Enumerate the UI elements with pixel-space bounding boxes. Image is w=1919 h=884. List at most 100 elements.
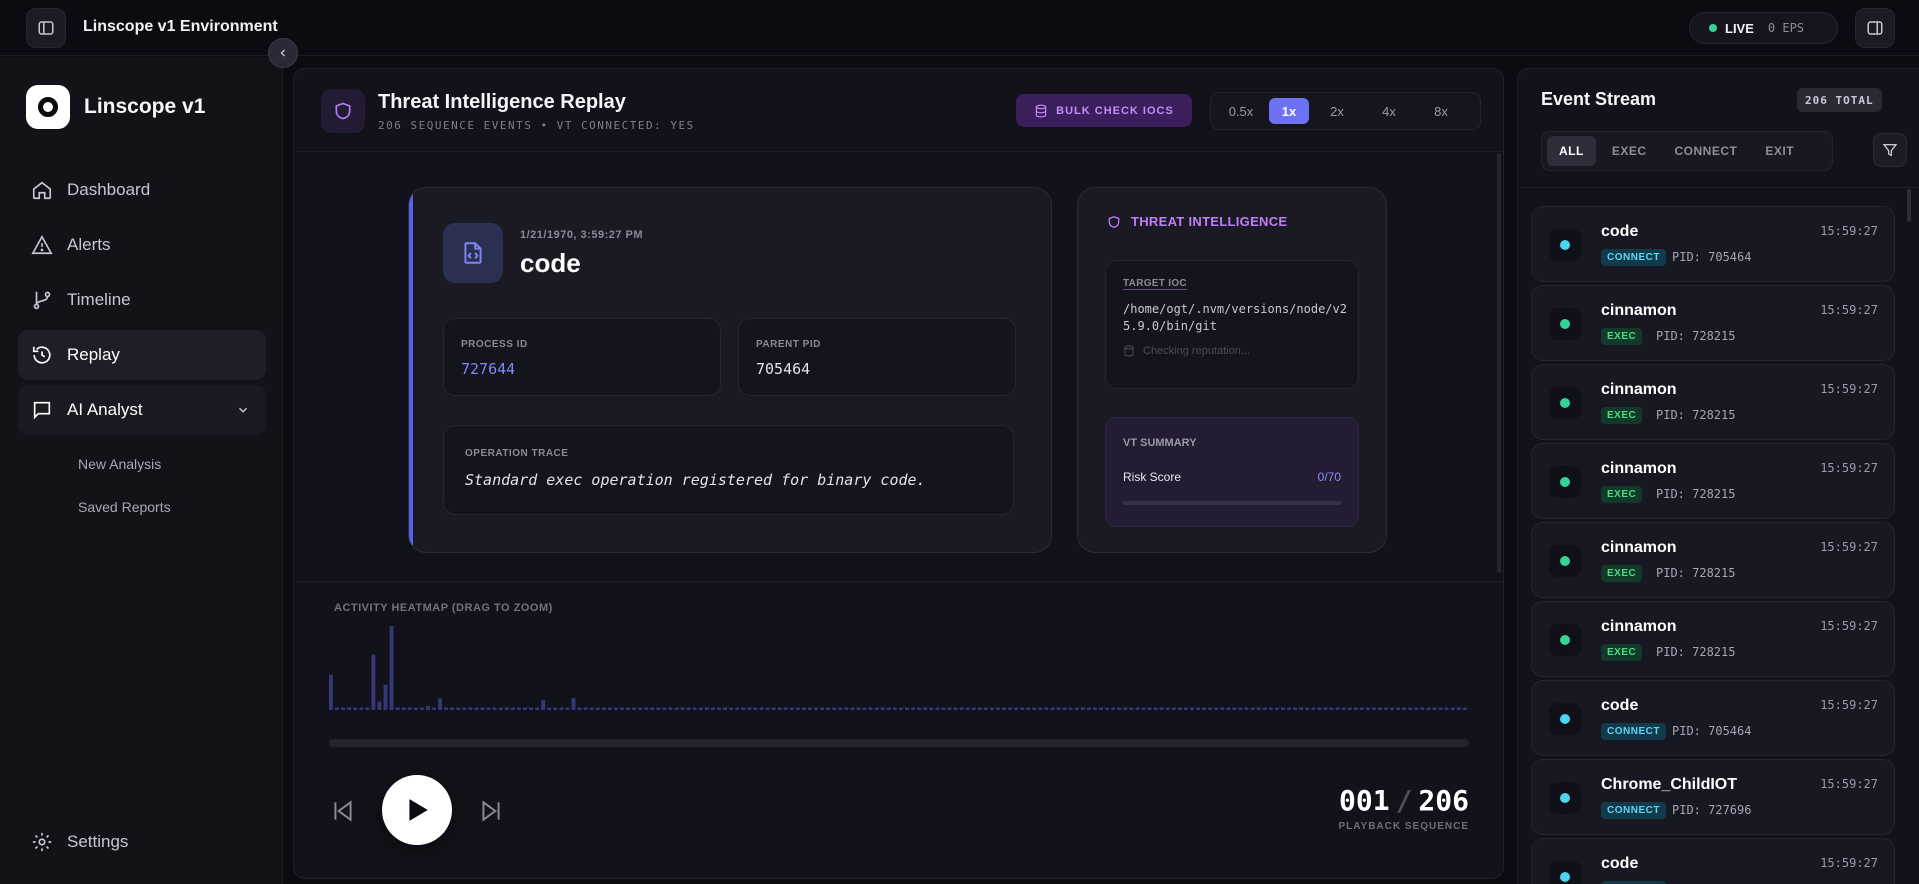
heatmap-bar[interactable] <box>1426 707 1431 710</box>
heatmap-bar[interactable] <box>401 707 406 710</box>
process-id-value[interactable]: 727644 <box>461 360 720 378</box>
heatmap-bar[interactable] <box>692 707 697 710</box>
heatmap-bar[interactable] <box>577 707 582 710</box>
heatmap-bar[interactable] <box>583 707 588 710</box>
heatmap-bar[interactable] <box>419 707 424 710</box>
heatmap-bar[interactable] <box>1335 707 1340 710</box>
activity-heatmap[interactable] <box>329 622 1469 726</box>
heatmap-bar[interactable] <box>947 707 952 710</box>
heatmap-bar[interactable] <box>432 707 436 710</box>
filter-tab-connect[interactable]: CONNECT <box>1663 136 1750 166</box>
heatmap-bar[interactable] <box>753 707 758 710</box>
heatmap-bar[interactable] <box>559 707 564 710</box>
heatmap-bar[interactable] <box>1135 707 1140 710</box>
advanced-filter-button[interactable] <box>1873 133 1907 167</box>
heatmap-bar[interactable] <box>1305 707 1310 710</box>
heatmap-bar[interactable] <box>996 707 1000 710</box>
heatmap-bar[interactable] <box>1262 707 1267 710</box>
heatmap-bar[interactable] <box>717 707 721 710</box>
heatmap-bar[interactable] <box>1378 707 1382 710</box>
heatmap-bar[interactable] <box>601 707 606 710</box>
heatmap-bar[interactable] <box>335 707 339 710</box>
heatmap-bar[interactable] <box>450 707 455 710</box>
heatmap-bar[interactable] <box>905 707 909 710</box>
event-list-item[interactable]: Chrome_ChildIOT 15:59:27 CONNECT PID: 72769… <box>1531 759 1895 835</box>
heatmap-bar[interactable] <box>1068 707 1073 710</box>
heatmap-bar[interactable] <box>1220 707 1225 710</box>
heatmap-bar[interactable] <box>741 707 746 710</box>
filter-tab-exit[interactable]: EXIT <box>1753 136 1806 166</box>
heatmap-bar[interactable] <box>1444 707 1449 710</box>
heatmap-bar[interactable] <box>377 701 382 710</box>
heatmap-bar[interactable] <box>1329 707 1334 710</box>
heatmap-bar[interactable] <box>1014 707 1019 710</box>
heatmap-bar[interactable] <box>747 707 752 710</box>
heatmap-bar[interactable] <box>1177 707 1182 710</box>
heatmap-bar[interactable] <box>850 707 855 710</box>
heatmap-bar[interactable] <box>1226 707 1231 710</box>
heatmap-bar[interactable] <box>1214 707 1219 710</box>
heatmap-bar[interactable] <box>468 707 473 710</box>
heatmap-bar[interactable] <box>1299 707 1304 710</box>
heatmap-bar[interactable] <box>1287 707 1291 710</box>
heatmap-bar[interactable] <box>1353 707 1358 710</box>
heatmap-bar[interactable] <box>1420 707 1425 710</box>
heatmap-bar[interactable] <box>1008 707 1013 710</box>
heatmap-bar[interactable] <box>929 707 934 710</box>
heatmap-bar[interactable] <box>1141 707 1146 710</box>
heatmap-bar[interactable] <box>1074 707 1079 710</box>
heatmap-bar[interactable] <box>510 707 515 710</box>
heatmap-bar[interactable] <box>1153 707 1158 710</box>
subnav-item-saved-reports[interactable]: Saved Reports <box>78 486 266 529</box>
heatmap-bar[interactable] <box>1123 707 1128 710</box>
play-button[interactable] <box>382 775 452 845</box>
heatmap-bar[interactable] <box>480 707 485 710</box>
heatmap-bar[interactable] <box>395 707 400 710</box>
heatmap-bar[interactable] <box>444 707 449 710</box>
heatmap-bar[interactable] <box>1396 707 1401 710</box>
heatmap-bar[interactable] <box>1414 707 1419 710</box>
heatmap-bar[interactable] <box>359 707 364 710</box>
heatmap-bar[interactable] <box>789 707 794 710</box>
event-list-item[interactable]: cinnamon 15:59:27 EXEC PID: 728215 <box>1531 601 1895 677</box>
heatmap-bar[interactable] <box>759 707 764 710</box>
heatmap-bar[interactable] <box>680 707 685 710</box>
heatmap-bar[interactable] <box>504 707 509 710</box>
event-list-item[interactable]: cinnamon 15:59:27 EXEC PID: 728215 <box>1531 443 1895 519</box>
heatmap-bar[interactable] <box>795 707 800 710</box>
heatmap-bar[interactable] <box>711 707 715 710</box>
heatmap-bar[interactable] <box>1274 707 1279 710</box>
heatmap-bar[interactable] <box>1080 707 1085 710</box>
heatmap-bar[interactable] <box>1268 707 1273 710</box>
event-list-item[interactable]: code15:59:27CONNECTPID: 705464 <box>1531 838 1895 884</box>
heatmap-bar[interactable] <box>917 707 922 710</box>
heatmap-bar[interactable] <box>365 707 370 710</box>
filter-tab-all[interactable]: ALL <box>1547 136 1596 166</box>
heatmap-bar[interactable] <box>844 707 849 710</box>
heatmap-bar[interactable] <box>771 707 776 710</box>
speed-option-0-5x[interactable]: 0.5x <box>1217 98 1265 124</box>
heatmap-bar[interactable] <box>595 707 600 710</box>
speed-option-4x[interactable]: 4x <box>1365 98 1413 124</box>
heatmap-bar[interactable] <box>1359 707 1364 710</box>
heatmap-bar[interactable] <box>1190 707 1194 710</box>
brand[interactable]: Linscope v1 <box>26 85 205 129</box>
heatmap-bar[interactable] <box>838 707 843 710</box>
sidebar-item-ai-analyst[interactable]: AI Analyst <box>18 385 266 435</box>
heatmap-bar[interactable] <box>1171 707 1176 710</box>
heatmap-bar[interactable] <box>1093 707 1097 710</box>
heatmap-bar[interactable] <box>1238 707 1243 710</box>
heatmap-bar[interactable] <box>426 705 430 710</box>
heatmap-bar[interactable] <box>1323 707 1328 710</box>
event-list-item[interactable]: cinnamon 15:59:27 EXEC PID: 728215 <box>1531 522 1895 598</box>
heatmap-bar[interactable] <box>1196 707 1200 710</box>
heatmap-bar[interactable] <box>329 674 333 710</box>
heatmap-bar[interactable] <box>1038 707 1043 710</box>
heatmap-bar[interactable] <box>456 707 461 710</box>
heatmap-bar[interactable] <box>674 707 679 710</box>
heatmap-bar[interactable] <box>1371 707 1376 710</box>
heatmap-bar[interactable] <box>983 707 988 710</box>
heatmap-bar[interactable] <box>783 707 788 710</box>
skip-back-button[interactable] <box>330 798 356 829</box>
heatmap-bar[interactable] <box>814 707 818 710</box>
